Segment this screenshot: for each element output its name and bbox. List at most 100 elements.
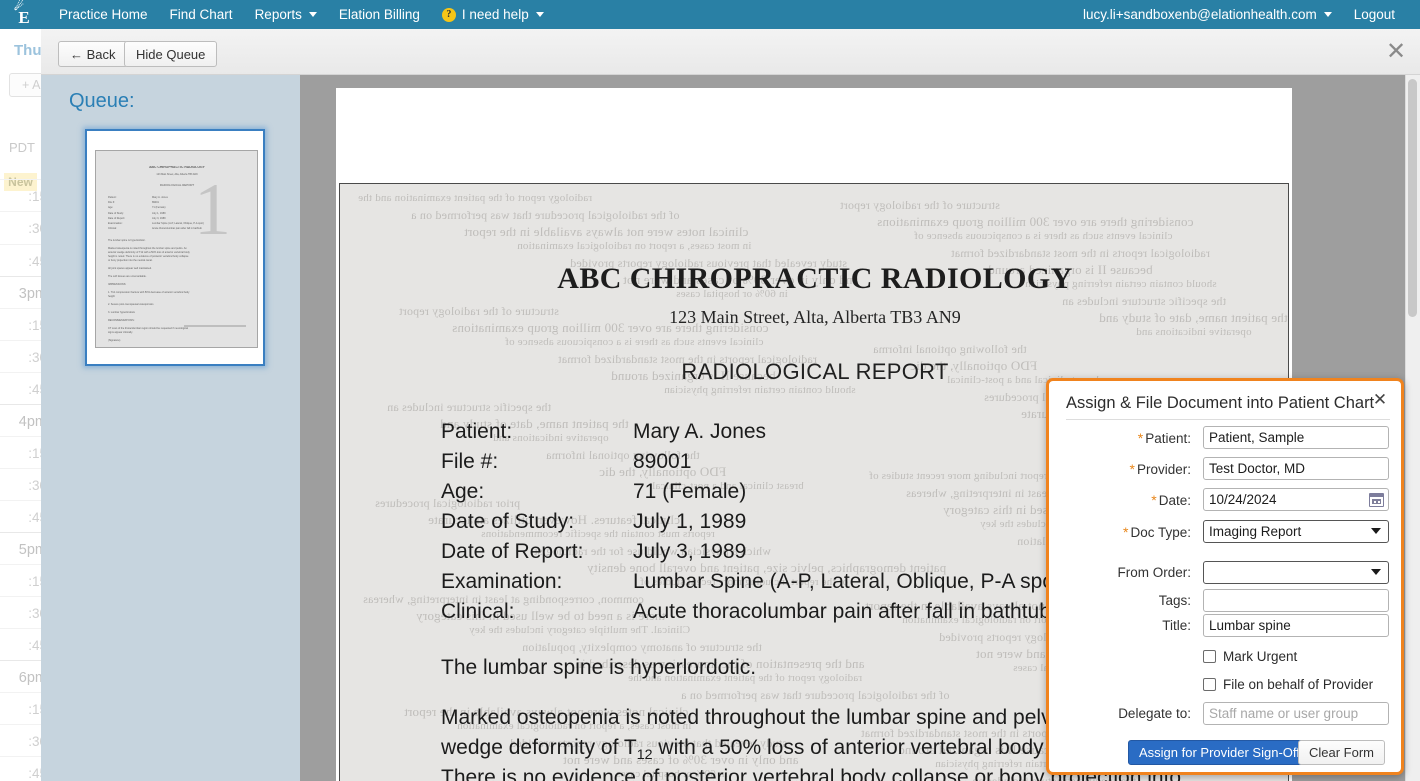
nav-item-reports[interactable]: Reports (244, 0, 328, 29)
p2-a: wedge deformity of T (441, 736, 637, 759)
thumbnail-text-line: 71 (Female) (152, 206, 257, 209)
viewer-scrollbar[interactable] (1405, 75, 1420, 781)
thumbnail-text-line: 1. T12 compression fracture with 50% dec… (108, 291, 254, 294)
queue-thumbnail-item[interactable]: 1 ABC CHIROPRACTIC RADIOLOGY123 Main Str… (85, 129, 265, 366)
doctype-label-text: Doc Type: (1130, 525, 1191, 540)
queue-panel: Queue: 1 ABC CHIROPRACTIC RADIOLOGY123 M… (41, 75, 300, 781)
logout-link[interactable]: Logout (1343, 0, 1406, 29)
thumbnail-text-line: Date of Report: (108, 217, 148, 220)
calendar-icon[interactable] (1369, 493, 1384, 507)
tags-label: Tags: (1049, 589, 1197, 613)
provider-row: *Provider: Test Doctor, MD (1049, 457, 1407, 481)
required-marker: * (1151, 492, 1156, 508)
elation-logo[interactable]: ☄E (0, 4, 48, 26)
nav-item-elation-billing[interactable]: Elation Billing (328, 0, 431, 29)
thumbnail-text-line: Mary A. Jones (152, 196, 257, 199)
required-marker: * (1130, 461, 1135, 477)
thumbnail-text-line: Date of Study: (108, 212, 148, 215)
thumbnail-text-line: signs appear clinically. (108, 331, 254, 334)
report-field-value: 71 (Female) (633, 480, 746, 504)
thumbnail-text-line: File #: (108, 201, 148, 204)
thumbnail-text-line: July 1, 1989 (152, 212, 257, 215)
thumbnail-text-line: Patient: (108, 196, 148, 199)
nav-label: Reports (255, 7, 302, 22)
clear-form-button[interactable]: Clear Form (1298, 740, 1385, 765)
thumbnail-text-line: (Signature) (108, 339, 254, 342)
required-marker: * (1123, 524, 1128, 540)
account-email: lucy.li+sandboxenb@elationhealth.com (1083, 7, 1317, 22)
report-field-label: Date of Study: (441, 510, 574, 534)
doctype-label: *Doc Type: (1049, 520, 1197, 545)
chevron-down-icon (1371, 569, 1381, 575)
queue-thumbnail-preview: 1 ABC CHIROPRACTIC RADIOLOGY123 Main Str… (95, 150, 258, 348)
logout-label: Logout (1354, 7, 1395, 22)
p2-sub: 12 (637, 747, 653, 763)
doctype-select[interactable]: Imaging Report (1203, 520, 1389, 543)
close-icon[interactable]: ✕ (1381, 37, 1411, 67)
nav-item-practice-home[interactable]: Practice Home (48, 0, 159, 29)
viewer-scrollbar-thumb[interactable] (1408, 79, 1417, 317)
provider-input[interactable]: Test Doctor, MD (1203, 457, 1389, 480)
fromorder-label: From Order: (1049, 561, 1197, 585)
queue-title: Queue: (69, 90, 135, 113)
modal-divider (1066, 419, 1390, 420)
required-marker: * (1138, 430, 1143, 446)
thumbnail-text-line: Marked osteopenia is noted throughout th… (108, 247, 254, 250)
report-field-value: Lumbar Spine (A-P, Lateral, Oblique, P-A… (633, 570, 1067, 594)
patient-row: *Patient: Patient, Sample (1049, 426, 1407, 450)
thumbnail-text-line: J. Smith, D.C. (108, 347, 254, 348)
thumbnail-text-line: Clinical: (108, 227, 148, 230)
file-on-behalf-checkbox-row[interactable]: File on behalf of Provider (1203, 674, 1373, 694)
thumbnail-text-line: July 3, 1989 (152, 217, 257, 220)
patient-label: *Patient: (1049, 426, 1197, 451)
nav-label: Elation Billing (339, 7, 420, 22)
nav-label: Find Chart (170, 7, 233, 22)
thumbnail-text-line: 3. Lumbar hyperlordosis (108, 311, 254, 314)
report-field-label: Clinical: (441, 600, 515, 624)
modal-close-icon[interactable]: ✕ (1370, 391, 1390, 411)
doctype-value-text: Imaging Report (1209, 524, 1301, 539)
back-button[interactable]: ← Back (58, 41, 128, 67)
file-on-behalf-checkbox[interactable] (1203, 678, 1216, 691)
mark-urgent-checkbox-row[interactable]: Mark Urgent (1203, 646, 1297, 666)
thumbnail-text-line: 89001 (152, 201, 257, 204)
provider-label: *Provider: (1049, 457, 1197, 482)
report-field-label: Age: (441, 480, 484, 504)
nav-item-i-need-help[interactable]: ? I need help (431, 0, 555, 29)
calendar-timezone-label: PDT (9, 140, 35, 155)
assign-for-provider-signoff-button[interactable]: Assign for Provider Sign-Off (1128, 740, 1311, 765)
report-clinic-name: ABC CHIROPRACTIC RADIOLOGY (340, 262, 1289, 296)
title-row: Title: Lumbar spine (1049, 614, 1407, 638)
report-field-value: 89001 (633, 450, 691, 474)
file-on-behalf-label: File on behalf of Provider (1223, 677, 1373, 692)
thumbnail-text-line: ABC CHIROPRACTIC RADIOLOGY (107, 166, 247, 169)
delegate-input[interactable]: Staff name or user group (1203, 702, 1389, 725)
patient-input[interactable]: Patient, Sample (1203, 426, 1389, 449)
mark-urgent-label: Mark Urgent (1223, 649, 1297, 664)
title-input[interactable]: Lumbar spine (1203, 614, 1389, 637)
chevron-down-icon (536, 12, 544, 17)
thumbnail-signature-line (184, 325, 246, 327)
thumbnail-text-line: Examination: (108, 222, 148, 225)
fromorder-select[interactable] (1203, 561, 1389, 584)
thumbnail-text-line: IMPRESSIONS: (108, 283, 254, 286)
queue-toolbar (41, 29, 1420, 75)
modal-title: Assign & File Document into Patient Char… (1066, 394, 1374, 413)
mark-urgent-checkbox[interactable] (1203, 650, 1216, 663)
report-clinic-address: 123 Main Street, Alta, Alberta TB3 AN9 (340, 307, 1289, 328)
account-menu[interactable]: lucy.li+sandboxenb@elationhealth.com (1072, 0, 1343, 29)
delegate-row: Delegate to: Staff name or user group (1049, 702, 1407, 726)
tags-input[interactable] (1203, 589, 1389, 612)
date-label: *Date: (1049, 488, 1197, 513)
chevron-down-icon (309, 12, 317, 17)
report-field-label: Patient: (441, 420, 512, 444)
date-input[interactable]: 10/24/2024 (1203, 488, 1389, 511)
tags-row: Tags: (1049, 589, 1407, 613)
assign-file-document-modal: Assign & File Document into Patient Char… (1046, 378, 1404, 775)
thumbnail-text-line: Age: (108, 206, 148, 209)
hide-queue-button[interactable]: Hide Queue (124, 41, 217, 67)
report-field-label: Date of Report: (441, 540, 583, 564)
thumbnail-text-line: Acute thoracolumbar pain after fall in b… (152, 227, 257, 230)
thumbnail-text-line: The soft tissues are unremarkable. (108, 275, 254, 278)
nav-item-find-chart[interactable]: Find Chart (159, 0, 244, 29)
